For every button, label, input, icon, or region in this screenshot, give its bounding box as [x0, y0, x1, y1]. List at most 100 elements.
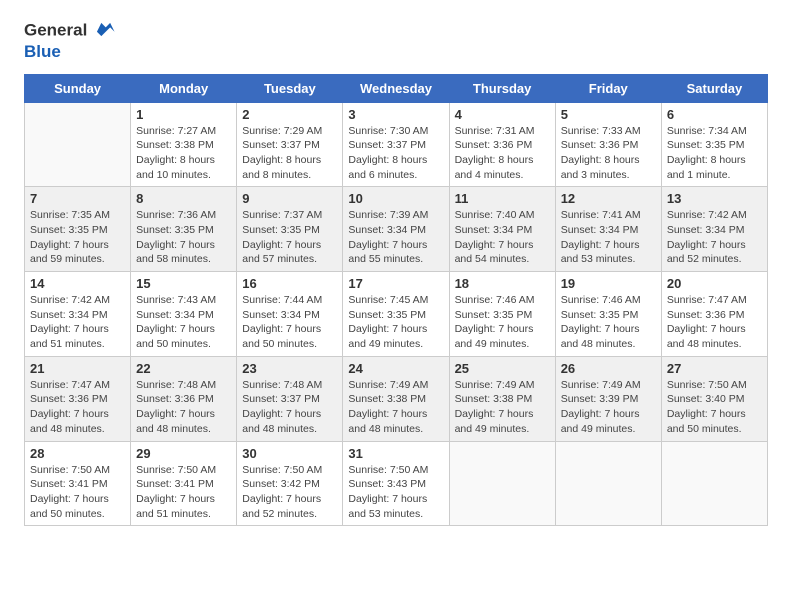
logo-blue: Blue: [24, 42, 116, 62]
cell-info: Sunrise: 7:44 AMSunset: 3:34 PMDaylight:…: [242, 293, 337, 352]
day-number: 24: [348, 361, 443, 376]
cell-info: Sunrise: 7:42 AMSunset: 3:34 PMDaylight:…: [30, 293, 125, 352]
col-header-sunday: Sunday: [25, 74, 131, 102]
col-header-tuesday: Tuesday: [237, 74, 343, 102]
cell-info: Sunrise: 7:50 AMSunset: 3:43 PMDaylight:…: [348, 463, 443, 522]
cell-info: Sunrise: 7:48 AMSunset: 3:36 PMDaylight:…: [136, 378, 231, 437]
day-number: 30: [242, 446, 337, 461]
calendar-cell: 31 Sunrise: 7:50 AMSunset: 3:43 PMDayligh…: [343, 441, 449, 526]
calendar-cell: 28 Sunrise: 7:50 AMSunset: 3:41 PMDayligh…: [25, 441, 131, 526]
day-number: 15: [136, 276, 231, 291]
cell-info: Sunrise: 7:50 AMSunset: 3:42 PMDaylight:…: [242, 463, 337, 522]
day-number: 27: [667, 361, 762, 376]
day-number: 20: [667, 276, 762, 291]
cell-info: Sunrise: 7:47 AMSunset: 3:36 PMDaylight:…: [30, 378, 125, 437]
cell-info: Sunrise: 7:42 AMSunset: 3:34 PMDaylight:…: [667, 208, 762, 267]
calendar-cell: 24 Sunrise: 7:49 AMSunset: 3:38 PMDayligh…: [343, 356, 449, 441]
col-header-thursday: Thursday: [449, 74, 555, 102]
calendar-cell: 8Sunrise: 7:36 AMSunset: 3:35 PMDaylight…: [131, 187, 237, 272]
cell-info: Sunrise: 7:34 AMSunset: 3:35 PMDaylight:…: [667, 124, 762, 183]
day-number: 26: [561, 361, 656, 376]
day-number: 18: [455, 276, 550, 291]
calendar-cell: 4 Sunrise: 7:31 AMSunset: 3:36 PMDaylight…: [449, 102, 555, 187]
calendar-cell: 6 Sunrise: 7:34 AMSunset: 3:35 PMDaylight…: [661, 102, 767, 187]
cell-info: Sunrise: 7:30 AMSunset: 3:37 PMDaylight:…: [348, 124, 443, 183]
day-number: 16: [242, 276, 337, 291]
day-number: 1: [136, 107, 231, 122]
cell-info: Sunrise: 7:50 AMSunset: 3:41 PMDaylight:…: [136, 463, 231, 522]
calendar-cell: 1 Sunrise: 7:27 AMSunset: 3:38 PMDaylight…: [131, 102, 237, 187]
logo: General Blue: [24, 20, 116, 62]
cell-info: Sunrise: 7:49 AMSunset: 3:38 PMDaylight:…: [348, 378, 443, 437]
calendar-cell: [25, 102, 131, 187]
calendar-cell: 15 Sunrise: 7:43 AMSunset: 3:34 PMDayligh…: [131, 272, 237, 357]
day-number: 6: [667, 107, 762, 122]
col-header-saturday: Saturday: [661, 74, 767, 102]
cell-info: Sunrise: 7:49 AMSunset: 3:39 PMDaylight:…: [561, 378, 656, 437]
calendar-cell: 14 Sunrise: 7:42 AMSunset: 3:34 PMDayligh…: [25, 272, 131, 357]
day-number: 22: [136, 361, 231, 376]
cell-info: Sunrise: 7:48 AMSunset: 3:37 PMDaylight:…: [242, 378, 337, 437]
calendar-cell: 16 Sunrise: 7:44 AMSunset: 3:34 PMDayligh…: [237, 272, 343, 357]
calendar-cell: 27 Sunrise: 7:50 AMSunset: 3:40 PMDayligh…: [661, 356, 767, 441]
cell-info: Sunrise: 7:29 AMSunset: 3:37 PMDaylight:…: [242, 124, 337, 183]
logo-general: General: [24, 20, 87, 39]
cell-info: Sunrise: 7:35 AMSunset: 3:35 PMDaylight:…: [30, 208, 125, 267]
calendar-cell: 9 Sunrise: 7:37 AMSunset: 3:35 PMDaylight…: [237, 187, 343, 272]
col-header-friday: Friday: [555, 74, 661, 102]
calendar-cell: 26 Sunrise: 7:49 AMSunset: 3:39 PMDayligh…: [555, 356, 661, 441]
day-number: 12: [561, 191, 656, 206]
calendar-cell: 18Sunrise: 7:46 AMSunset: 3:35 PMDayligh…: [449, 272, 555, 357]
cell-info: Sunrise: 7:46 AMSunset: 3:35 PMDaylight:…: [561, 293, 656, 352]
calendar-table: SundayMondayTuesdayWednesdayThursdayFrid…: [24, 74, 768, 527]
col-header-monday: Monday: [131, 74, 237, 102]
cell-info: Sunrise: 7:49 AMSunset: 3:38 PMDaylight:…: [455, 378, 550, 437]
calendar-cell: 12 Sunrise: 7:41 AMSunset: 3:34 PMDayligh…: [555, 187, 661, 272]
cell-info: Sunrise: 7:50 AMSunset: 3:40 PMDaylight:…: [667, 378, 762, 437]
calendar-cell: 13Sunrise: 7:42 AMSunset: 3:34 PMDayligh…: [661, 187, 767, 272]
cell-info: Sunrise: 7:31 AMSunset: 3:36 PMDaylight:…: [455, 124, 550, 183]
calendar-cell: 30 Sunrise: 7:50 AMSunset: 3:42 PMDayligh…: [237, 441, 343, 526]
calendar-cell: 23 Sunrise: 7:48 AMSunset: 3:37 PMDayligh…: [237, 356, 343, 441]
calendar-cell: 11 Sunrise: 7:40 AMSunset: 3:34 PMDayligh…: [449, 187, 555, 272]
calendar-cell: 17 Sunrise: 7:45 AMSunset: 3:35 PMDayligh…: [343, 272, 449, 357]
day-number: 3: [348, 107, 443, 122]
cell-info: Sunrise: 7:41 AMSunset: 3:34 PMDaylight:…: [561, 208, 656, 267]
calendar-cell: 20 Sunrise: 7:47 AMSunset: 3:36 PMDayligh…: [661, 272, 767, 357]
cell-info: Sunrise: 7:47 AMSunset: 3:36 PMDaylight:…: [667, 293, 762, 352]
day-number: 11: [455, 191, 550, 206]
calendar-cell: 21 Sunrise: 7:47 AMSunset: 3:36 PMDayligh…: [25, 356, 131, 441]
calendar-cell: 29Sunrise: 7:50 AMSunset: 3:41 PMDayligh…: [131, 441, 237, 526]
cell-info: Sunrise: 7:50 AMSunset: 3:41 PMDaylight:…: [30, 463, 125, 522]
cell-info: Sunrise: 7:40 AMSunset: 3:34 PMDaylight:…: [455, 208, 550, 267]
calendar-cell: 19 Sunrise: 7:46 AMSunset: 3:35 PMDayligh…: [555, 272, 661, 357]
calendar-cell: [449, 441, 555, 526]
cell-info: Sunrise: 7:36 AMSunset: 3:35 PMDaylight:…: [136, 208, 231, 267]
col-header-wednesday: Wednesday: [343, 74, 449, 102]
calendar-cell: 7Sunrise: 7:35 AMSunset: 3:35 PMDaylight…: [25, 187, 131, 272]
day-number: 19: [561, 276, 656, 291]
day-number: 10: [348, 191, 443, 206]
cell-info: Sunrise: 7:37 AMSunset: 3:35 PMDaylight:…: [242, 208, 337, 267]
day-number: 14: [30, 276, 125, 291]
cell-info: Sunrise: 7:39 AMSunset: 3:34 PMDaylight:…: [348, 208, 443, 267]
day-number: 5: [561, 107, 656, 122]
calendar-cell: 22 Sunrise: 7:48 AMSunset: 3:36 PMDayligh…: [131, 356, 237, 441]
calendar-cell: 3 Sunrise: 7:30 AMSunset: 3:37 PMDaylight…: [343, 102, 449, 187]
day-number: 23: [242, 361, 337, 376]
calendar-cell: 5 Sunrise: 7:33 AMSunset: 3:36 PMDaylight…: [555, 102, 661, 187]
day-number: 4: [455, 107, 550, 122]
calendar-cell: [555, 441, 661, 526]
day-number: 31: [348, 446, 443, 461]
cell-info: Sunrise: 7:45 AMSunset: 3:35 PMDaylight:…: [348, 293, 443, 352]
day-number: 28: [30, 446, 125, 461]
cell-info: Sunrise: 7:43 AMSunset: 3:34 PMDaylight:…: [136, 293, 231, 352]
calendar-cell: 10 Sunrise: 7:39 AMSunset: 3:34 PMDayligh…: [343, 187, 449, 272]
calendar-cell: 2Sunrise: 7:29 AMSunset: 3:37 PMDaylight…: [237, 102, 343, 187]
day-number: 25: [455, 361, 550, 376]
day-number: 9: [242, 191, 337, 206]
day-number: 17: [348, 276, 443, 291]
day-number: 21: [30, 361, 125, 376]
cell-info: Sunrise: 7:33 AMSunset: 3:36 PMDaylight:…: [561, 124, 656, 183]
cell-info: Sunrise: 7:27 AMSunset: 3:38 PMDaylight:…: [136, 124, 231, 183]
